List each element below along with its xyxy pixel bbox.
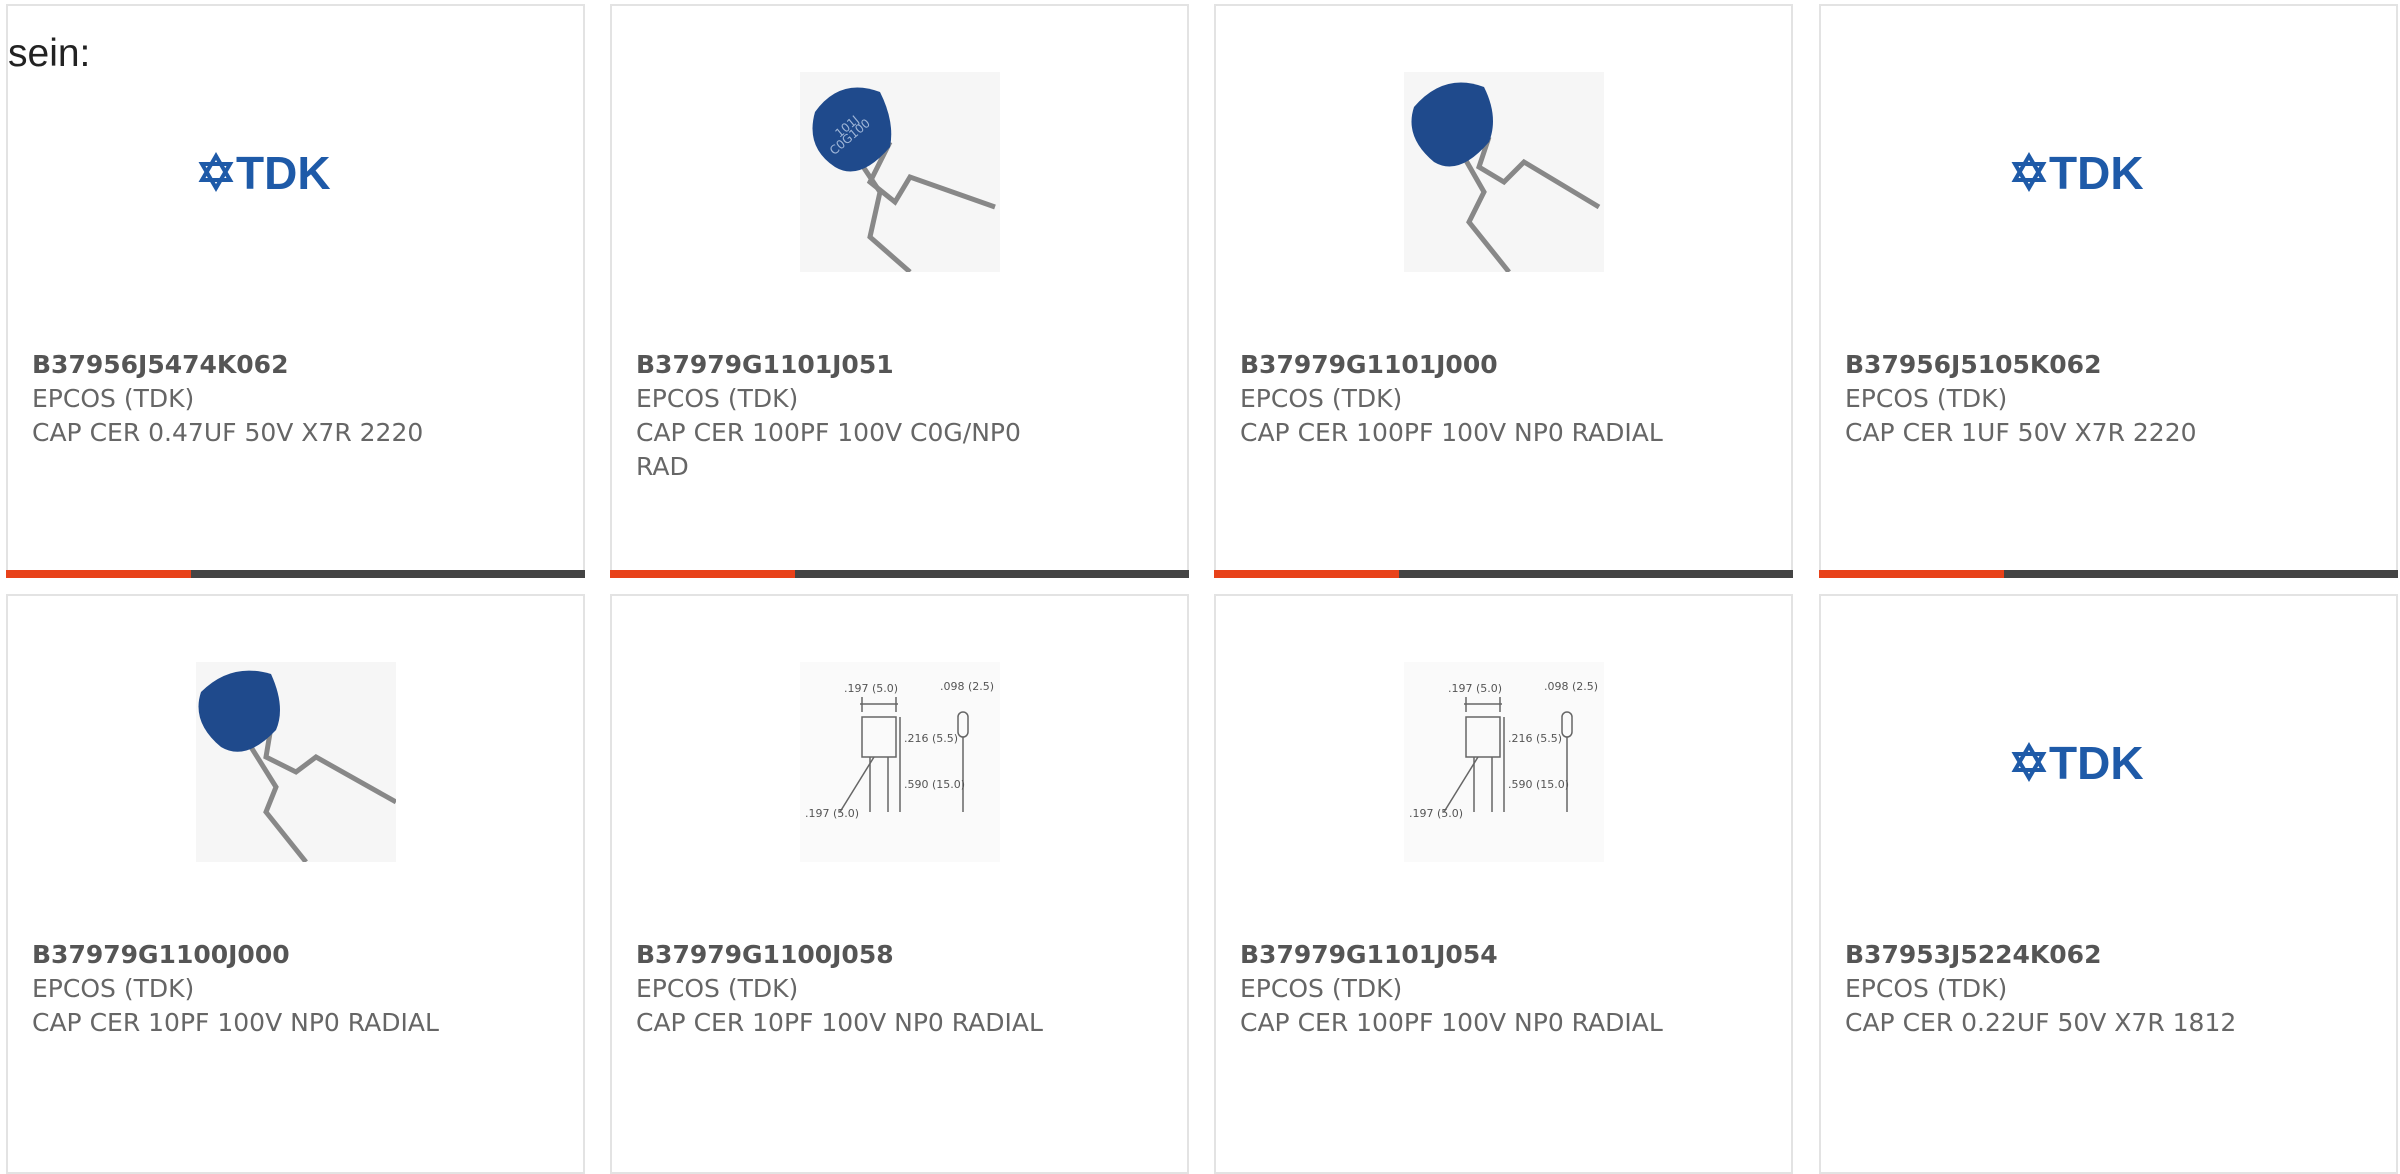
- product-image-dimension-drawing: .197 (5.0) .098 (2.5) .216 (5.5) .590 (1…: [799, 662, 1000, 862]
- product-card[interactable]: 101J C0G100 B37979G1101J051 EPCOS (TDK) …: [610, 4, 1189, 578]
- description: CAP CER 0.22UF 50V X7R 1812: [1845, 1008, 2237, 1037]
- product-image-radial-capacitor: [195, 662, 396, 862]
- svg-text:.197 (5.0): .197 (5.0): [1409, 807, 1463, 820]
- svg-text:.197 (5.0): .197 (5.0): [1448, 682, 1502, 695]
- product-card[interactable]: B37979G1101J000 EPCOS (TDK) CAP CER 100P…: [1214, 4, 1793, 578]
- product-card[interactable]: TDK B37956J5105K062 EPCOS (TDK) CAP CER …: [1819, 4, 2398, 578]
- part-number[interactable]: B37979G1101J000: [1240, 348, 1680, 382]
- svg-text:TDK: TDK: [2049, 737, 2144, 789]
- progress-bar: [6, 570, 585, 578]
- manufacturer: EPCOS (TDK): [1845, 974, 2008, 1003]
- product-card[interactable]: TDK B37953J5224K062 EPCOS (TDK) CAP CER …: [1819, 594, 2398, 1174]
- product-image-radial-capacitor: [1403, 72, 1604, 272]
- product-image-radial-capacitor: 101J C0G100: [799, 72, 1000, 272]
- description: CAP CER 100PF 100V C0G/NP0 RAD: [636, 418, 1021, 481]
- part-number[interactable]: B37979G1101J051: [636, 348, 1076, 382]
- manufacturer: EPCOS (TDK): [32, 384, 195, 413]
- product-card[interactable]: TDK B37956J5474K062 EPCOS (TDK) CAP CER …: [6, 4, 585, 578]
- progress-fill: [610, 570, 796, 578]
- progress-bar: [1819, 570, 2398, 578]
- svg-text:.590 (15.0): .590 (15.0): [904, 778, 965, 791]
- intro-text: sein:: [8, 32, 91, 75]
- product-card[interactable]: .197 (5.0) .098 (2.5) .216 (5.5) .590 (1…: [610, 594, 1189, 1174]
- svg-text:TDK: TDK: [2049, 147, 2144, 199]
- product-grid: TDK B37956J5474K062 EPCOS (TDK) CAP CER …: [6, 4, 2400, 1174]
- description: CAP CER 100PF 100V NP0 RADIAL: [1240, 418, 1663, 447]
- svg-text:.197 (5.0): .197 (5.0): [805, 807, 859, 820]
- svg-text:TDK: TDK: [236, 147, 331, 199]
- product-image-tdk-logo: TDK: [196, 72, 396, 272]
- description: CAP CER 10PF 100V NP0 RADIAL: [636, 1008, 1043, 1037]
- product-image-tdk-logo: TDK: [2009, 72, 2209, 272]
- progress-bar: [1214, 570, 1793, 578]
- progress-bar: [610, 570, 1189, 578]
- part-number[interactable]: B37953J5224K062: [1845, 938, 2285, 972]
- svg-text:.197 (5.0): .197 (5.0): [844, 682, 898, 695]
- svg-text:.098 (2.5): .098 (2.5): [940, 680, 994, 693]
- part-number[interactable]: B37956J5105K062: [1845, 348, 2285, 382]
- manufacturer: EPCOS (TDK): [636, 384, 799, 413]
- svg-text:.216 (5.5): .216 (5.5): [1508, 732, 1562, 745]
- manufacturer: EPCOS (TDK): [636, 974, 799, 1003]
- part-number[interactable]: B37979G1100J000: [32, 938, 472, 972]
- part-number[interactable]: B37979G1101J054: [1240, 938, 1680, 972]
- progress-fill: [6, 570, 192, 578]
- product-image-dimension-drawing: .197 (5.0) .098 (2.5) .216 (5.5) .590 (1…: [1403, 662, 1604, 862]
- manufacturer: EPCOS (TDK): [1845, 384, 2008, 413]
- description: CAP CER 1UF 50V X7R 2220: [1845, 418, 2197, 447]
- product-image-tdk-logo: TDK: [2009, 662, 2209, 862]
- manufacturer: EPCOS (TDK): [1240, 974, 1403, 1003]
- progress-fill: [1819, 570, 2005, 578]
- part-number[interactable]: B37979G1100J058: [636, 938, 1076, 972]
- description: CAP CER 0.47UF 50V X7R 2220: [32, 418, 424, 447]
- svg-text:.216 (5.5): .216 (5.5): [904, 732, 958, 745]
- part-number[interactable]: B37956J5474K062: [32, 348, 472, 382]
- svg-text:.098 (2.5): .098 (2.5): [1544, 680, 1598, 693]
- product-card[interactable]: B37979G1100J000 EPCOS (TDK) CAP CER 10PF…: [6, 594, 585, 1174]
- manufacturer: EPCOS (TDK): [32, 974, 195, 1003]
- manufacturer: EPCOS (TDK): [1240, 384, 1403, 413]
- progress-fill: [1214, 570, 1400, 578]
- product-card[interactable]: .197 (5.0) .098 (2.5) .216 (5.5) .590 (1…: [1214, 594, 1793, 1174]
- svg-text:.590 (15.0): .590 (15.0): [1508, 778, 1569, 791]
- description: CAP CER 10PF 100V NP0 RADIAL: [32, 1008, 439, 1037]
- description: CAP CER 100PF 100V NP0 RADIAL: [1240, 1008, 1663, 1037]
